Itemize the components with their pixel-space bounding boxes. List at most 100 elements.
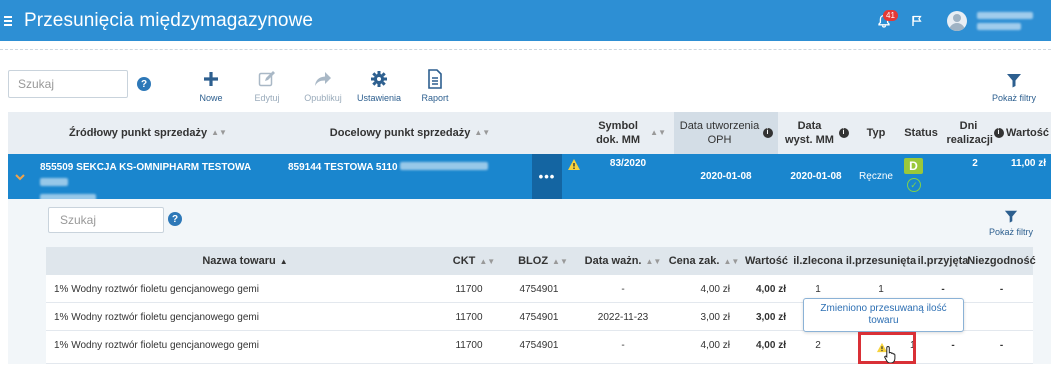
cell-ckt: 11700 — [455, 311, 483, 323]
sort-icon: ▲▼ — [650, 128, 666, 137]
cell-received: - — [951, 339, 955, 351]
col-days-label: Dni realizacji — [946, 120, 993, 146]
cell-mismatch: - — [999, 339, 1004, 351]
sort-icon: ▲▼ — [552, 256, 568, 266]
col-name[interactable]: Nazwa towaru ▲ — [46, 247, 444, 275]
menu-icon[interactable] — [4, 15, 20, 26]
row-symbol: 83/2020 — [609, 158, 647, 169]
cell-name: 1% Wodny roztwór fioletu gencjanowego ge… — [54, 283, 259, 295]
gear-icon — [352, 68, 406, 90]
col-status-label: Status — [904, 127, 938, 139]
flag-icon[interactable] — [907, 11, 927, 31]
col-days[interactable]: Dni realizacji i — [946, 112, 1004, 154]
col-mismatch[interactable]: Niezgodność — [967, 247, 1036, 275]
detail-table-header: Nazwa towaru ▲ CKT ▲▼ BLOZ ▲▼ Data ważn. ▲▼ … — [46, 247, 1036, 275]
col-created-label: Data utworzenia OPH — [679, 120, 760, 146]
col-bloz[interactable]: BLOZ ▲▼ — [506, 247, 580, 275]
cell-name: 1% Wodny roztwór fioletu gencjanowego ge… — [54, 339, 259, 351]
warning-icon — [567, 158, 581, 171]
row-created: 2020-01-08 — [700, 171, 752, 182]
col-type-label: Typ — [866, 127, 886, 139]
col-ckt[interactable]: CKT ▲▼ — [444, 247, 504, 275]
help-button[interactable]: ? — [133, 73, 155, 95]
col-price[interactable]: Cena zak. ▲▼ — [666, 247, 742, 275]
col-status[interactable]: Status — [898, 112, 944, 154]
show-filters-button[interactable]: Pokaż filtry — [989, 72, 1039, 103]
cell-price: 3,00 zł — [700, 311, 730, 323]
sort-icon: ▲▼ — [723, 256, 740, 266]
col-received[interactable]: il.przyjęta — [916, 247, 970, 275]
avatar[interactable] — [947, 10, 967, 31]
col-expiry[interactable]: Data ważn. ▲▼ — [580, 247, 666, 275]
cell-mismatch: - — [999, 283, 1004, 295]
cell-name: 1% Wodny roztwór fioletu gencjanowego ge… — [54, 311, 259, 323]
col-created[interactable]: Data utworzenia OPH i — [674, 112, 778, 154]
col-type[interactable]: Typ — [854, 112, 898, 154]
redacted-text — [400, 162, 489, 170]
report-button[interactable]: Raport — [408, 68, 462, 103]
edit-icon — [240, 68, 294, 90]
cell-ordered: 2 — [815, 339, 821, 351]
detail-show-filters-button[interactable]: Pokaż filtry — [989, 209, 1033, 237]
cell-ckt: 11700 — [455, 339, 483, 351]
settings-button-label: Ustawienia — [356, 93, 402, 103]
col-target[interactable]: Docelowy punkt sprzedaży ▲▼ — [288, 112, 532, 154]
hand-cursor-icon — [884, 345, 898, 368]
show-filters-label: Pokaż filtry — [991, 93, 1036, 103]
search-input[interactable]: Szukaj — [8, 70, 128, 98]
row-target: 859144 TESTOWA 5110 — [288, 162, 398, 173]
cell-price: 4,00 zł — [700, 283, 730, 295]
table-row[interactable]: 855509 SEKCJA KS-OMNIPHARM TESTOWA 85914… — [8, 154, 1051, 202]
cell-bloz: 4754901 — [519, 283, 559, 295]
filter-icon — [989, 72, 1039, 90]
new-button[interactable]: Nowe — [184, 68, 238, 103]
help-icon: ? — [137, 77, 151, 91]
cell-expiry: - — [621, 283, 625, 295]
redacted-text — [40, 178, 68, 186]
filter-icon — [989, 209, 1033, 225]
cell-bloz: 4754901 — [519, 311, 559, 323]
status-badge: D — [904, 158, 923, 174]
col-bloz-label: BLOZ — [518, 255, 549, 267]
cell-value: 4,00 zł — [755, 283, 786, 295]
tooltip: Zmieniono przesuwaną ilość towaru — [803, 298, 964, 332]
share-icon — [296, 68, 350, 90]
report-icon — [408, 68, 462, 90]
detail-search-input[interactable]: Szukaj — [48, 207, 164, 233]
col-detail-value-label: Wartość — [745, 255, 788, 267]
cell-expiry: 2022-11-23 — [597, 311, 649, 323]
row-type: Ręczne — [859, 171, 893, 182]
publish-button-label: Opublikuj — [304, 93, 342, 103]
col-received-label: il.przyjęta — [917, 255, 969, 267]
col-value[interactable]: Wartość — [1004, 112, 1051, 154]
col-value[interactable]: Wartość — [742, 247, 788, 275]
settings-button[interactable]: Ustawienia — [352, 68, 406, 103]
top-bar: Przesunięcia międzymagazynowe 41 — [0, 0, 1051, 41]
check-circle-icon: ✓ — [907, 178, 921, 192]
row-sent: 2020-01-08 — [790, 171, 842, 182]
header-strip — [0, 41, 1051, 50]
col-sent[interactable]: Data wyst. MM i — [780, 112, 852, 154]
row-source: 855509 SEKCJA KS-OMNIPHARM TESTOWA — [40, 162, 251, 173]
col-ordered[interactable]: il.zlecona — [790, 247, 846, 275]
info-icon: i — [838, 128, 849, 138]
cell-ckt: 11700 — [455, 283, 483, 295]
help-icon[interactable]: ? — [168, 212, 182, 226]
col-source[interactable]: Źródłowy punkt sprzedaży ▲▼ — [8, 112, 288, 154]
chevron-down-icon[interactable] — [8, 154, 32, 199]
col-target-label: Docelowy punkt sprzedaży — [329, 127, 471, 139]
row-menu-button[interactable]: ••• — [532, 154, 562, 199]
cell-price: 4,00 zł — [700, 339, 730, 351]
col-mismatch-label: Niezgodność — [967, 255, 1036, 267]
cell-value: 4,00 zł — [755, 339, 786, 351]
edit-button[interactable]: Edytuj — [240, 68, 294, 103]
publish-button[interactable]: Opublikuj — [296, 68, 350, 103]
col-name-label: Nazwa towaru — [202, 255, 276, 267]
notification-count-badge: 41 — [883, 9, 898, 21]
notifications-bell-icon[interactable]: 41 — [871, 8, 898, 34]
user-name-redacted[interactable] — [977, 8, 1037, 34]
col-value-label: Wartość — [1006, 127, 1049, 139]
info-icon: i — [993, 128, 1004, 138]
col-symbol[interactable]: Symbol dok. MM ▲▼ — [590, 112, 666, 154]
col-moved[interactable]: il.przesunięta — [846, 247, 916, 275]
